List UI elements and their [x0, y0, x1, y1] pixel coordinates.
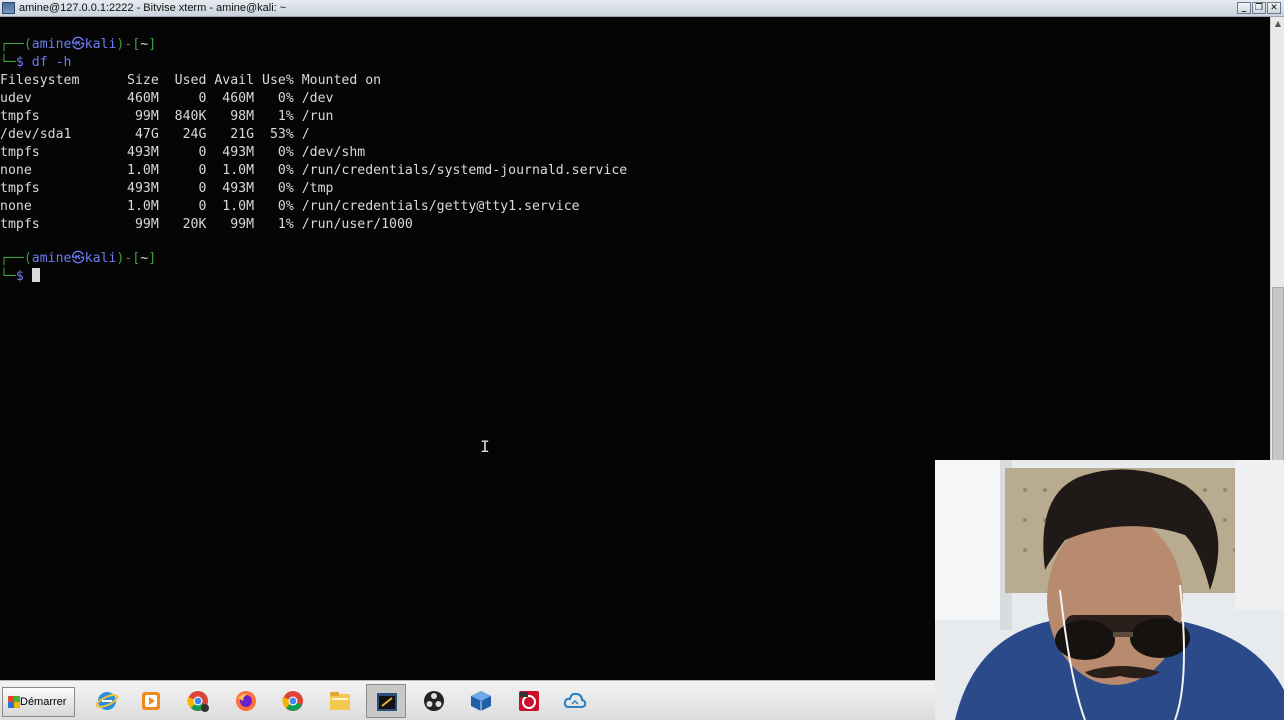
webcam-person-image [935, 460, 1284, 720]
window-title: amine@127.0.0.1:2222 - Bitvise xterm - a… [19, 2, 287, 14]
text-cursor [31, 268, 40, 282]
df-row: tmpfs 493M 0 493M 0% /dev/shm [0, 145, 366, 160]
file-explorer-icon [330, 692, 350, 710]
taskbar-file-explorer[interactable] [320, 684, 360, 718]
taskbar-virtualbox[interactable] [461, 684, 501, 718]
webcam-overlay [935, 460, 1284, 720]
debian-app-icon [519, 691, 539, 711]
df-row: /dev/sda1 47G 24G 21G 53% / [0, 127, 310, 142]
prompt-line-1: ┌──(amine㉿kali)-[~] [0, 37, 157, 52]
window-titlebar: amine@127.0.0.1:2222 - Bitvise xterm - a… [0, 0, 1284, 17]
firefox-icon [236, 691, 256, 711]
start-button[interactable]: Démarrer [2, 687, 75, 717]
cloud-sync-icon [563, 692, 587, 708]
minimize-button[interactable]: _ [1237, 2, 1251, 14]
xterm-app-icon [2, 2, 15, 14]
df-row: none 1.0M 0 1.0M 0% /run/credentials/sys… [0, 163, 628, 178]
df-row: tmpfs 99M 840K 98M 1% /run [0, 109, 334, 124]
close-button[interactable]: ✕ [1267, 2, 1281, 14]
df-row: tmpfs 99M 20K 99M 1% /run/user/1000 [0, 217, 413, 232]
taskbar-media-player[interactable] [131, 684, 171, 718]
df-row: none 1.0M 0 1.0M 0% /run/credentials/get… [0, 199, 580, 214]
ibeam-cursor-icon: I [480, 437, 490, 456]
restore-button[interactable]: ❐ [1252, 2, 1266, 14]
prompt-line-2: ┌──(amine㉿kali)-[~] [0, 251, 157, 266]
chrome-icon [282, 691, 303, 711]
windows-flag-icon [8, 696, 20, 708]
taskbar-bitvise-xterm[interactable] [366, 684, 406, 718]
df-row: udev 460M 0 460M 0% /dev [0, 91, 334, 106]
taskbar-firefox[interactable] [226, 684, 266, 718]
chrome-profile-icon [187, 691, 209, 712]
taskbar-chrome[interactable] [273, 684, 313, 718]
df-row: tmpfs 493M 0 493M 0% /tmp [0, 181, 334, 196]
command-line-1: └─$ df -h [0, 55, 72, 70]
bitvise-xterm-icon [377, 693, 397, 711]
virtualbox-icon [471, 691, 491, 711]
taskbar-chrome-profile[interactable] [178, 684, 218, 718]
taskbar-obs[interactable] [414, 684, 454, 718]
command-line-2[interactable]: └─$ [0, 268, 40, 286]
taskbar-debian-app[interactable] [509, 684, 549, 718]
start-label: Démarrer [20, 696, 67, 708]
obs-icon [424, 691, 444, 711]
internet-explorer-icon [95, 692, 119, 710]
media-player-icon [142, 692, 160, 710]
df-header: Filesystem Size Used Avail Use% Mounted … [0, 73, 382, 88]
taskbar-internet-explorer[interactable] [87, 684, 127, 718]
taskbar-cloud-sync[interactable] [555, 684, 595, 718]
scroll-up-icon[interactable]: ▲ [1272, 18, 1284, 30]
